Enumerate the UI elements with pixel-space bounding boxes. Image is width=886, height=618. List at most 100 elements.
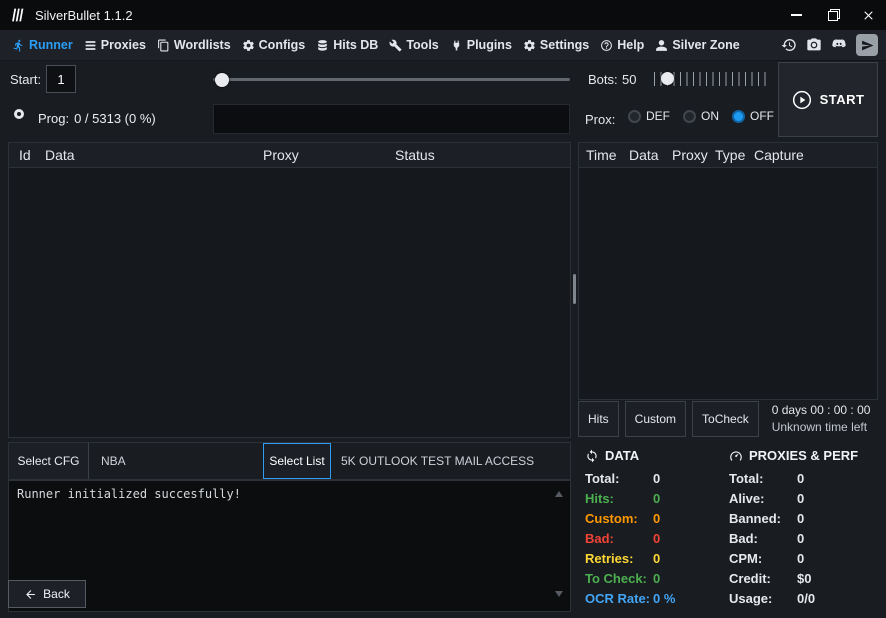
radio-icon <box>628 110 641 123</box>
progress-bar <box>213 104 570 134</box>
stat-row-credit: Credit:$0 <box>729 572 858 586</box>
stat-row-ocr-rate: OCR Rate:0 % <box>585 592 675 606</box>
nav-label: Help <box>617 38 644 52</box>
tab-tocheck[interactable]: ToCheck <box>692 401 759 437</box>
gauge-icon <box>729 449 743 463</box>
stat-value: 0 <box>653 571 660 586</box>
close-button[interactable] <box>850 0 886 30</box>
nav-label: Wordlists <box>174 38 231 52</box>
proxies-stat-rows: Total:0 Alive:0 Banned:0 Bad:0 CPM:0 Cre… <box>729 472 858 606</box>
runner-table-body[interactable] <box>9 168 570 437</box>
scroll-down-icon[interactable] <box>555 591 563 597</box>
progress-text: Prog: 0 / 5313 (0 %) <box>38 111 156 126</box>
play-circle-icon <box>792 90 812 110</box>
configs-gear-icon <box>242 39 255 52</box>
splitter-handle[interactable] <box>571 142 578 438</box>
screenshot-button[interactable] <box>806 37 822 53</box>
nav-item-help[interactable]: Help <box>600 38 644 52</box>
stat-label: Custom: <box>585 512 653 526</box>
stat-row-bad: Bad:0 <box>729 532 858 546</box>
nav-item-proxies[interactable]: Proxies <box>84 38 146 52</box>
data-stats-header: DATA <box>585 447 675 464</box>
clock-history-icon <box>781 37 797 53</box>
start-position-slider[interactable] <box>213 72 570 88</box>
nav-item-runner[interactable]: Runner <box>12 38 73 52</box>
runner-table-header: Id Data Proxy Status <box>9 143 570 168</box>
nav-item-hits-db[interactable]: Hits DB <box>316 38 378 52</box>
nav-item-tools[interactable]: Tools <box>389 38 438 52</box>
log-area[interactable]: Runner initialized succesfully! <box>8 480 571 612</box>
stat-row-total: Total:0 <box>585 472 675 486</box>
nav-label: Hits DB <box>333 38 378 52</box>
maximize-button[interactable] <box>814 0 850 30</box>
back-button[interactable]: Back <box>8 580 86 608</box>
nav-item-configs[interactable]: Configs <box>242 38 306 52</box>
bots-slider[interactable] <box>652 67 770 91</box>
slider-thumb[interactable] <box>661 72 674 85</box>
history-button[interactable] <box>781 37 797 53</box>
stat-label: Total: <box>729 472 797 486</box>
tab-custom[interactable]: Custom <box>625 401 686 437</box>
minimize-button[interactable] <box>778 0 814 30</box>
database-icon <box>316 39 329 52</box>
nav-item-wordlists[interactable]: Wordlists <box>157 38 231 52</box>
stat-value: 0 <box>653 511 660 526</box>
stat-label: Retries: <box>585 552 653 566</box>
results-table-header: Time Data Proxy Type Capture <box>579 143 877 168</box>
nav-label: Configs <box>259 38 306 52</box>
col-time: Time <box>586 147 617 163</box>
config-bar: Select CFG NBA Select List 5K OUTLOOK TE… <box>8 442 571 480</box>
app-window: SilverBullet 1.1.2 Runner Proxies Wordli… <box>0 0 886 618</box>
runner-table: Id Data Proxy Status <box>8 142 571 438</box>
nav-item-plugins[interactable]: Plugins <box>450 38 512 52</box>
col-type: Type <box>715 147 745 163</box>
nav-right-icons <box>781 34 878 56</box>
timer-block: 0 days 00 : 00 : 00 Unknown time left <box>772 402 871 436</box>
wrench-icon <box>389 39 402 52</box>
log-line: Runner initialized succesfully! <box>17 487 562 501</box>
nav-item-settings[interactable]: Settings <box>523 38 589 52</box>
stat-row-usage: Usage:0/0 <box>729 592 858 606</box>
nav-label: Settings <box>540 38 589 52</box>
stat-value: 0 % <box>653 591 675 606</box>
proxy-mode-group: DEF ON OFF <box>628 109 774 123</box>
scroll-up-icon[interactable] <box>555 491 563 497</box>
time-left: Unknown time left <box>772 419 871 436</box>
discord-button[interactable] <box>831 37 847 53</box>
select-list-button[interactable]: Select List <box>263 443 331 479</box>
stat-row-hits: Hits:0 <box>585 492 675 506</box>
stat-label: Usage: <box>729 592 797 606</box>
prox-option-off[interactable]: OFF <box>732 109 774 123</box>
main-menu: Runner Proxies Wordlists Configs Hits DB… <box>0 30 886 61</box>
prox-option-def[interactable]: DEF <box>628 109 670 123</box>
prog-value: 0 / 5313 (0 %) <box>74 111 156 126</box>
stat-row-retries: Retries:0 <box>585 552 675 566</box>
stat-value: 0 <box>653 551 660 566</box>
prog-label: Prog: <box>38 111 69 126</box>
stat-row-total: Total:0 <box>729 472 858 486</box>
tab-hits[interactable]: Hits <box>578 401 619 437</box>
prox-option-on[interactable]: ON <box>683 109 719 123</box>
telegram-icon <box>861 39 874 52</box>
nav-label: Tools <box>406 38 438 52</box>
stat-value: 0 <box>653 531 660 546</box>
titlebar: SilverBullet 1.1.2 <box>0 0 886 30</box>
telegram-button[interactable] <box>856 34 878 56</box>
stat-row-tocheck: To Check:0 <box>585 572 675 586</box>
start-button[interactable]: START <box>778 62 878 137</box>
person-icon <box>655 39 668 52</box>
window-title: SilverBullet 1.1.2 <box>35 8 133 23</box>
stat-label: Bad: <box>729 532 797 546</box>
progress-radio-icon <box>14 109 24 119</box>
select-cfg-button[interactable]: Select CFG <box>9 443 89 479</box>
start-input[interactable] <box>46 65 76 93</box>
data-stats-column: DATA Total:0 Hits:0 Custom:0 Bad:0 Retri… <box>585 447 675 606</box>
plug-icon <box>450 39 463 52</box>
slider-thumb[interactable] <box>215 73 229 87</box>
results-table-body[interactable] <box>579 168 877 399</box>
stats-panel: DATA Total:0 Hits:0 Custom:0 Bad:0 Retri… <box>578 440 886 618</box>
radio-label: ON <box>701 109 719 123</box>
nav-item-silver-zone[interactable]: Silver Zone <box>655 38 739 52</box>
start-button-label: START <box>820 92 865 107</box>
stat-row-alive: Alive:0 <box>729 492 858 506</box>
